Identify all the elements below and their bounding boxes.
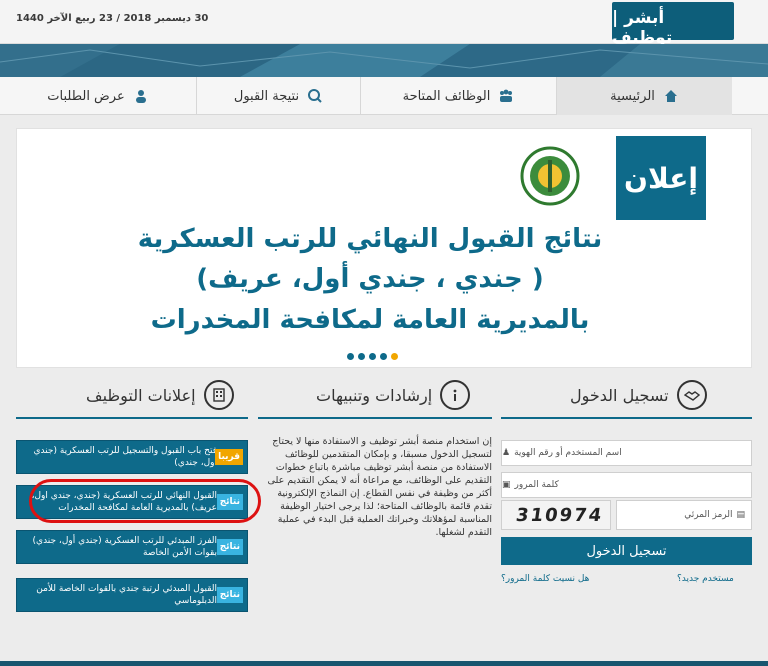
home-icon: [664, 90, 677, 102]
emblem-icon: [520, 146, 580, 206]
slide-dot[interactable]: [380, 353, 387, 360]
login-underline: [501, 417, 752, 419]
main-nav: الرئيسية الوظائف المتاحة نتيجة القبول عر…: [0, 77, 768, 115]
nav-jobs-label: الوظائف المتاحة: [402, 88, 491, 104]
bottom-bar: [0, 661, 768, 666]
ad-item-4-text: القبول المبدئي لرتبة جندي بالقوات الخاصة…: [36, 584, 217, 606]
handshake-icon: [676, 380, 707, 410]
building-icon: [203, 380, 234, 410]
logo-text: أبشر | توظيف: [612, 8, 673, 48]
login-title: تسجيل الدخول: [570, 380, 707, 410]
ad-item-3-text: الفرز المبدئي للرتب العسكرية (جندي أول، …: [32, 536, 217, 558]
ads-title-text: إعلانات التوظيف: [86, 385, 196, 405]
nav-result-label: نتيجة القبول: [233, 88, 300, 104]
announcement-badge: إعلان: [616, 136, 706, 220]
nav-home-label: الرئيسية: [610, 88, 655, 104]
forgot-password-link[interactable]: هل نسيت كلمة المرور؟: [501, 574, 589, 584]
password-placeholder: كلمة المرور: [514, 480, 559, 490]
nav-requests-label: عرض الطلبات: [47, 88, 125, 104]
new-user-link[interactable]: مستخدم جديد؟: [677, 574, 734, 584]
captcha-text: 310974: [514, 505, 605, 526]
nav-result[interactable]: نتيجة القبول: [196, 77, 360, 115]
image-icon: ▤: [736, 510, 745, 520]
ad-item-4-tag: نتائج: [216, 587, 243, 603]
pattern-shapes: [0, 44, 768, 77]
nav-jobs[interactable]: الوظائف المتاحة: [360, 77, 556, 115]
username-field[interactable]: اسم المستخدم أو رقم الهوية ♟: [501, 440, 752, 466]
slide-dot[interactable]: [369, 353, 376, 360]
captcha-placeholder: الرمز المرئي: [684, 510, 733, 520]
guidance-title-text: إرشادات وتنبيهات: [316, 385, 433, 405]
result-icon: [308, 89, 322, 103]
lock-icon: ▣: [502, 480, 511, 490]
ad-item-3[interactable]: الفرز المبدئي للرتب العسكرية (جندي أول، …: [16, 530, 248, 564]
nav-home[interactable]: الرئيسية: [556, 77, 732, 115]
nav-requests[interactable]: عرض الطلبات: [0, 77, 196, 115]
banner-line-2: ( جندي ، جندي أول، عريف): [196, 264, 544, 294]
user-icon: [135, 90, 146, 103]
info-icon: [440, 380, 471, 410]
ad-item-4[interactable]: القبول المبدئي لرتبة جندي بالقوات الخاصة…: [16, 578, 248, 612]
ad-item-3-tag: نتائج: [216, 539, 243, 555]
ad-item-1-text: فتح باب القبول والتسجيل للرتب العسكرية (…: [33, 446, 217, 468]
slide-dot[interactable]: [347, 353, 354, 360]
username-placeholder: اسم المستخدم أو رقم الهوية: [514, 448, 622, 458]
absher-logo[interactable]: أبشر | توظيف: [612, 2, 734, 48]
guidance-title: إرشادات وتنبيهات: [316, 380, 471, 410]
ad-item-1[interactable]: فتح باب القبول والتسجيل للرتب العسكرية (…: [16, 440, 248, 474]
slide-dots: [347, 353, 398, 360]
user-field-icon: ♟: [502, 448, 511, 458]
date-label: 30 ديسمبر 2018 / 23 ربيع الآخر 1440: [16, 13, 209, 24]
guidance-underline: [258, 417, 492, 419]
password-field[interactable]: كلمة المرور ▣: [501, 472, 752, 498]
login-button[interactable]: تسجيل الدخول: [501, 537, 752, 565]
captcha-image: 310974: [501, 500, 611, 530]
captcha-field[interactable]: الرمز المرئي ▤: [616, 500, 752, 530]
ad-item-1-tag: قريبا: [215, 449, 243, 465]
banner-line-3: بالمديرية العامة لمكافحة المخدرات: [150, 305, 590, 335]
slide-dot[interactable]: [358, 353, 365, 360]
login-title-text: تسجيل الدخول: [570, 385, 669, 405]
guidance-text: إن استخدام منصة أبشر توظيف و الاستفادة م…: [267, 436, 492, 538]
header-pattern: [0, 44, 768, 77]
banner-line-1: نتائج القبول النهائي للرتب العسكرية: [137, 224, 603, 254]
slide-dot-active[interactable]: [391, 353, 398, 360]
ads-title: إعلانات التوظيف: [86, 380, 234, 410]
top-bar: 30 ديسمبر 2018 / 23 ربيع الآخر 1440 أبشر…: [0, 0, 768, 48]
ads-underline: [16, 417, 248, 419]
people-icon: [500, 89, 513, 102]
highlight-circle: [29, 479, 261, 523]
